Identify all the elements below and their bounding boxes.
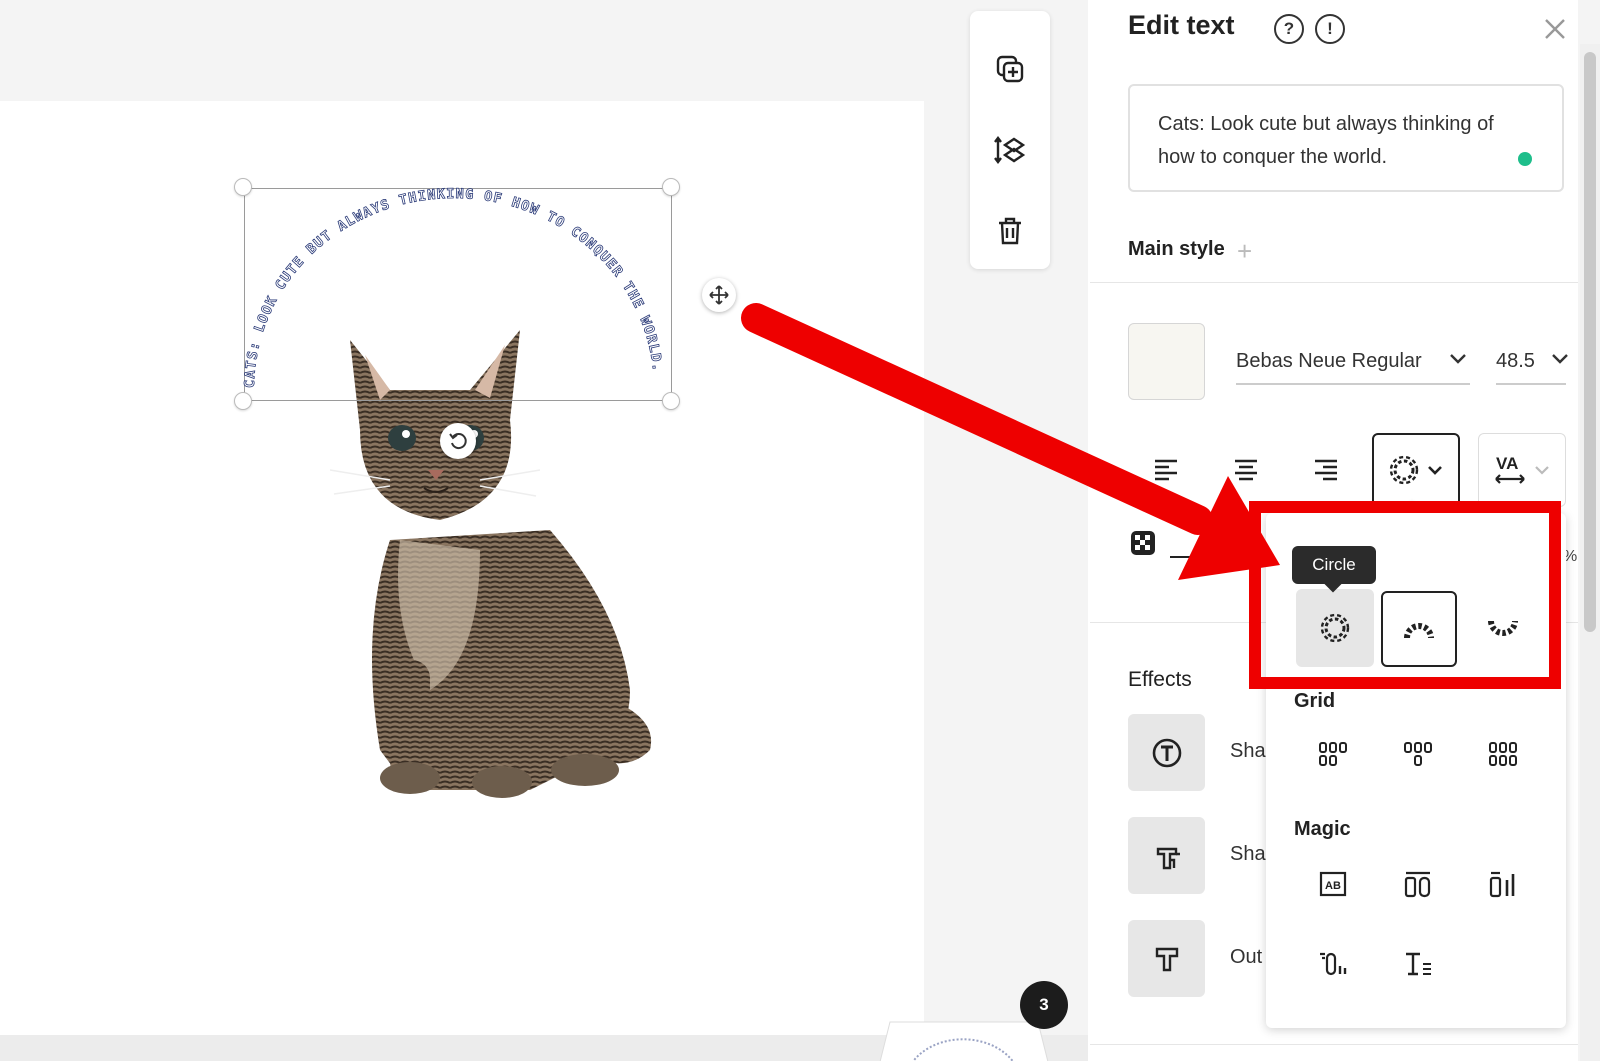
chevron-down-icon [1450,354,1466,364]
chevron-down-icon [1535,466,1549,475]
magic-layout-icon [1320,952,1347,976]
opacity-slider[interactable] [1170,556,1230,558]
move-icon [709,285,729,305]
close-icon [1545,19,1565,39]
circle-text-icon [1389,455,1419,485]
panel-title: Edit text [1128,10,1235,40]
duplicate-button[interactable] [988,47,1032,91]
rotate-handle[interactable] [440,423,476,459]
divider [1090,282,1578,283]
rotate-icon [449,433,467,450]
magic-section-label: Magic [1294,818,1351,840]
text-content-value: Cats: Look cute but always thinking of h… [1158,113,1494,168]
info-glyph: ! [1327,19,1333,38]
effect-outline-tile[interactable] [1128,920,1205,997]
divider [1090,1044,1578,1045]
svg-text:AB: AB [1325,880,1341,892]
resize-handle-top-left[interactable] [234,178,252,196]
magic-layout-icon [1489,871,1515,898]
floating-toolbar [970,11,1050,269]
main-style-label: Main style [1128,238,1225,260]
grid-option-3[interactable] [1464,715,1542,793]
text-shape-dropdown[interactable] [1372,433,1460,507]
magic-option-3[interactable] [1464,845,1542,923]
magic-option-4[interactable] [1294,925,1372,1003]
grid-section-label: Grid [1294,690,1336,712]
chevron-down-icon [1428,466,1442,475]
help-icon[interactable]: ? [1274,14,1304,44]
status-dot [1518,152,1532,166]
resize-handle-bottom-right[interactable] [662,392,680,410]
panel-scrollbar-thumb[interactable] [1584,52,1596,632]
align-center-icon [1235,459,1257,481]
page-count-badge[interactable]: 3 [1020,981,1068,1029]
chevron-down-icon [1552,354,1568,364]
effect-shadow-label: Sha [1230,843,1266,865]
magic-option-1[interactable]: AB [1294,845,1372,923]
align-center-button[interactable] [1226,450,1266,490]
magic-layout-icon [1406,952,1431,976]
effect-shape-tile[interactable] [1128,714,1205,791]
align-right-icon [1315,459,1337,481]
effects-label: Effects [1128,668,1192,691]
magic-option-5[interactable] [1379,925,1457,1003]
svg-text:CATS: LOOK CUTE BUT ALWAYS THI: CATS: LOOK CUTE BUT ALWAYS THINKING OF H… [242,186,665,388]
close-panel-button[interactable] [1540,14,1570,44]
effect-shadow-tile[interactable] [1128,817,1205,894]
curved-text-object[interactable]: CATS: LOOK CUTE BUT ALWAYS THINKING OF H… [242,186,672,401]
grid-layout-icon [1404,742,1432,766]
align-left-button[interactable] [1146,450,1186,490]
delete-button[interactable] [988,209,1032,253]
effect-outline-label: Out [1230,946,1263,968]
highlight-box [1249,501,1561,689]
align-left-icon [1155,459,1177,481]
curved-text: CATS: LOOK CUTE BUT ALWAYS THINKING OF H… [242,186,665,389]
magic-option-2[interactable] [1379,845,1457,923]
text-color-swatch[interactable] [1128,323,1205,400]
grid-layout-icon [1319,742,1347,766]
grid-option-2[interactable] [1379,715,1457,793]
trash-icon [999,217,1021,245]
help-glyph: ? [1283,19,1295,38]
magic-layout-icon [1404,871,1431,898]
font-family-select[interactable]: Bebas Neue Regular [1236,340,1470,385]
move-handle[interactable] [702,278,736,312]
grid-layout-icon [1489,742,1517,766]
opacity-icon [1131,531,1155,555]
effect-shape-label: Sha [1230,740,1266,762]
font-size-value: 48.5 [1496,350,1535,372]
duplicate-icon [996,55,1024,83]
kitten-image[interactable] [330,330,690,810]
text-content-input[interactable]: Cats: Look cute but always thinking of h… [1128,84,1564,192]
grid-option-1[interactable] [1294,715,1372,793]
add-style-icon[interactable]: + [1237,236,1252,267]
resize-handle-bottom-left[interactable] [234,392,252,410]
info-icon[interactable]: ! [1315,14,1345,44]
font-size-select[interactable]: 48.5 [1496,340,1568,385]
font-family-value: Bebas Neue Regular [1236,350,1422,372]
align-right-button[interactable] [1306,450,1346,490]
arrange-button[interactable] [988,128,1032,172]
svg-text:VA: VA [1496,454,1518,473]
outline-text-icon [1155,947,1178,971]
shape-text-icon [1152,738,1181,767]
shadow-text-icon [1156,847,1180,869]
magic-layout-icon: AB [1319,871,1347,897]
letter-spacing-dropdown[interactable]: VA [1478,433,1566,507]
letter-spacing-icon: VA [1495,454,1525,484]
arrange-layers-icon [994,136,1026,164]
resize-handle-top-right[interactable] [662,178,680,196]
